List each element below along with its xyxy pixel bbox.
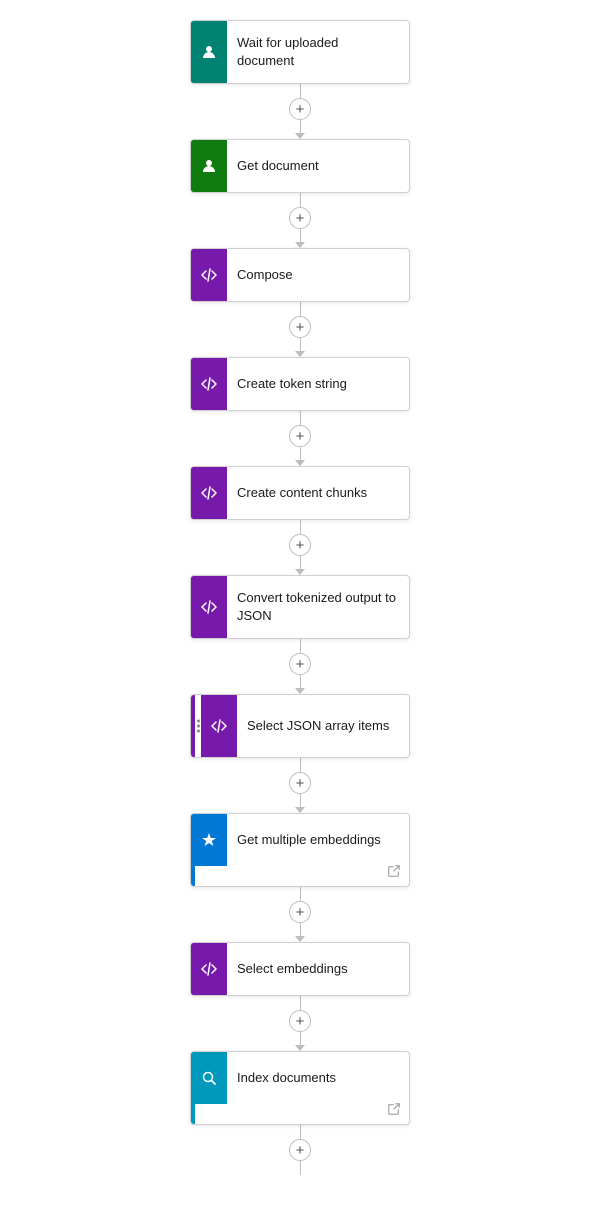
step-card-select-json-array[interactable]: Select JSON array items	[190, 694, 410, 758]
code-icon	[198, 958, 220, 980]
step-icon-bar-create-token-string	[191, 358, 227, 410]
add-step-button[interactable]: +	[289, 207, 311, 229]
connector-select-json-array: +	[280, 758, 320, 813]
step-label-wait-uploaded: Wait for uploaded document	[227, 26, 409, 77]
connector-get-multiple-embeddings: +	[280, 887, 320, 942]
connector-line-bottom	[300, 1161, 301, 1175]
connector-line-top	[300, 996, 301, 1010]
code-icon	[198, 373, 220, 395]
add-step-button[interactable]: +	[289, 425, 311, 447]
step-card-select-embeddings[interactable]: Select embeddings	[190, 942, 410, 996]
step-icon-bar-select-embeddings	[191, 943, 227, 995]
search-icon	[198, 1067, 220, 1089]
add-step-button[interactable]: +	[289, 653, 311, 675]
connector-line-bottom	[300, 1032, 301, 1046]
step-card-wait-uploaded[interactable]: Wait for uploaded document	[190, 20, 410, 84]
connector-line-top	[300, 302, 301, 316]
connector-compose: +	[280, 302, 320, 357]
step-card-get-document[interactable]: Get document	[190, 139, 410, 193]
add-step-button[interactable]: +	[289, 534, 311, 556]
person-icon	[198, 41, 220, 63]
connector-line-bottom	[300, 229, 301, 243]
connector-line-top	[300, 411, 301, 425]
step-card-create-token-string[interactable]: Create token string	[190, 357, 410, 411]
connector-index-documents: +	[280, 1125, 320, 1175]
step-icon-bar-select-json-array	[201, 695, 237, 757]
link-icon	[387, 864, 401, 881]
step-card-convert-tokenized[interactable]: Convert tokenized output to JSON	[190, 575, 410, 639]
connector-get-document: +	[280, 193, 320, 248]
step-label-create-content-chunks: Create content chunks	[227, 476, 409, 510]
step-card-index-documents[interactable]: Index documents	[190, 1051, 410, 1125]
connector-line-bottom	[300, 556, 301, 570]
three-dots-icon	[195, 720, 200, 733]
connector-select-embeddings: +	[280, 996, 320, 1051]
add-step-button[interactable]: +	[289, 98, 311, 120]
connector-line-top	[300, 887, 301, 901]
code-icon	[198, 596, 220, 618]
flow-container: Wait for uploaded document + Get document…	[0, 20, 600, 1175]
step-icon-bar-wait-uploaded	[191, 21, 227, 83]
connector-line-top	[300, 1125, 301, 1139]
connector-line-top	[300, 84, 301, 98]
code-icon	[208, 715, 230, 737]
connector-line-top	[300, 639, 301, 653]
connector-line-bottom	[300, 447, 301, 461]
add-step-button[interactable]: +	[289, 772, 311, 794]
step-label-create-token-string: Create token string	[227, 367, 409, 401]
connector-line-bottom	[300, 675, 301, 689]
step-label-compose: Compose	[227, 258, 409, 292]
step-label-convert-tokenized: Convert tokenized output to JSON	[227, 581, 409, 632]
connector-create-content-chunks: +	[280, 520, 320, 575]
connector-convert-tokenized: +	[280, 639, 320, 694]
connector-line-top	[300, 758, 301, 772]
link-icon	[387, 1102, 401, 1119]
step-icon-bar-compose	[191, 249, 227, 301]
step-label-get-multiple-embeddings: Get multiple embeddings	[227, 823, 409, 857]
step-icon-bar-create-content-chunks	[191, 467, 227, 519]
connector-line-top	[300, 193, 301, 207]
step-icon-bar-get-document	[191, 140, 227, 192]
connector-line-top	[300, 520, 301, 534]
step-label-index-documents: Index documents	[227, 1061, 409, 1095]
add-step-button[interactable]: +	[289, 1139, 311, 1161]
person-icon	[198, 155, 220, 177]
add-step-button[interactable]: +	[289, 1010, 311, 1032]
step-card-get-multiple-embeddings[interactable]: Get multiple embeddings	[190, 813, 410, 887]
connector-line-bottom	[300, 923, 301, 937]
step-label-select-json-array: Select JSON array items	[237, 709, 409, 743]
step-icon-bar-convert-tokenized	[191, 576, 227, 638]
code-icon	[198, 482, 220, 504]
step-card-compose[interactable]: Compose	[190, 248, 410, 302]
code-icon	[198, 264, 220, 286]
step-icon-bar-index-documents	[191, 1052, 227, 1104]
connector-line-bottom	[300, 338, 301, 352]
step-label-select-embeddings: Select embeddings	[227, 952, 409, 986]
connector-wait-uploaded: +	[280, 84, 320, 139]
add-step-button[interactable]: +	[289, 316, 311, 338]
connector-line-bottom	[300, 794, 301, 808]
step-icon-bar-get-multiple-embeddings	[191, 814, 227, 866]
step-card-create-content-chunks[interactable]: Create content chunks	[190, 466, 410, 520]
add-step-button[interactable]: +	[289, 901, 311, 923]
step-label-get-document: Get document	[227, 149, 409, 183]
connector-line-bottom	[300, 120, 301, 134]
star-icon	[198, 829, 220, 851]
connector-create-token-string: +	[280, 411, 320, 466]
